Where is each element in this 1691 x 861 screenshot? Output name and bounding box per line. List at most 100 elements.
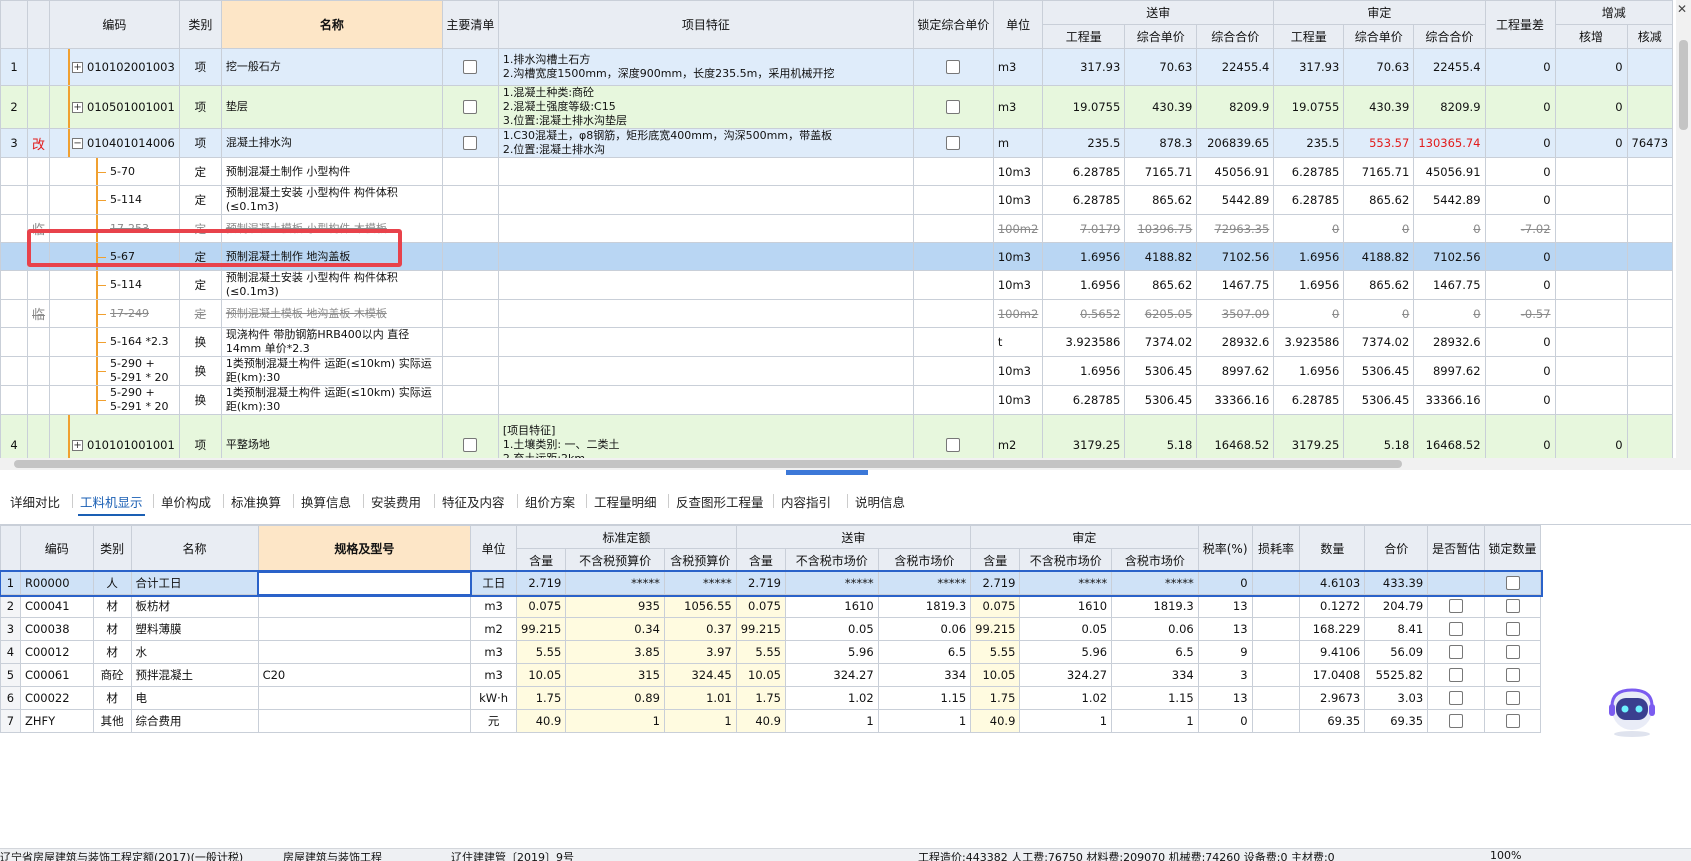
submit-qty-cell[interactable]: 0.5652 (1042, 299, 1126, 328)
loss-rate-cell[interactable] (1251, 617, 1301, 641)
std-content-cell[interactable]: 2.719 (516, 571, 567, 595)
qty-diff-cell[interactable]: 0 (1484, 48, 1556, 86)
review-qty-cell[interactable]: 6.28785 (1273, 185, 1345, 215)
submit-notax-cell[interactable]: 1610 (784, 594, 879, 618)
qty-diff-cell[interactable]: -0.57 (1484, 299, 1556, 328)
name-cell[interactable]: 预拌混凝土 (130, 663, 259, 687)
submit-total-cell[interactable]: 3507.09 (1196, 299, 1275, 328)
unit-cell[interactable]: 100m2 (992, 299, 1044, 328)
tax-rate-cell[interactable]: 13 (1197, 617, 1253, 641)
quota-code-cell[interactable]: 5-114 (49, 185, 180, 215)
review-qty-cell[interactable]: 6.28785 (1273, 157, 1345, 186)
submit-price-cell[interactable]: 6205.05 (1124, 299, 1198, 328)
resource-row[interactable]: 4 C00012 材水 m3 5.55 3.85 3.97 5.55 5.96 6.5 5.55 5.… (0, 640, 1541, 664)
features-cell[interactable] (497, 385, 914, 415)
increase-cell[interactable] (1554, 214, 1628, 243)
col-submit-notax[interactable]: 不含税市场价 (784, 548, 879, 572)
submit-qty-cell[interactable]: 6.28785 (1042, 157, 1126, 186)
review-qty-cell[interactable]: 19.0755 (1273, 85, 1345, 129)
unit-cell[interactable]: 10m3 (992, 157, 1044, 186)
lock-qty-checkbox[interactable] (1505, 622, 1520, 637)
temp-estimate-checkbox[interactable] (1449, 668, 1464, 683)
std-tax-cell[interactable]: 1.01 (663, 686, 737, 710)
std-notax-cell[interactable]: 3.85 (565, 640, 665, 664)
temp-estimate-cell[interactable] (1427, 686, 1486, 710)
std-tax-cell[interactable]: 324.45 (663, 663, 737, 687)
main-list-cell[interactable] (441, 299, 499, 328)
code-cell[interactable]: C00041 (19, 594, 94, 618)
std-content-cell[interactable]: 1.75 (516, 686, 567, 710)
temp-estimate-cell[interactable] (1427, 571, 1486, 595)
std-content-cell[interactable]: 99.215 (516, 617, 567, 641)
submit-tax-cell[interactable]: 334 (877, 663, 972, 687)
review-tax-cell[interactable]: 6.5 (1111, 640, 1199, 664)
submit-total-cell[interactable]: 8997.62 (1196, 356, 1275, 386)
total-cell[interactable]: 8.41 (1364, 617, 1429, 641)
item-row[interactable]: 5-290 +5-291 * 20 换 1类预制混凝土构件 运距(≤10km) 实际… (0, 385, 1674, 415)
std-notax-cell[interactable]: 315 (565, 663, 665, 687)
review-total-cell[interactable]: 5442.89 (1413, 185, 1486, 215)
tax-rate-cell[interactable]: 3 (1197, 663, 1253, 687)
quantity-cell[interactable]: 69.35 (1299, 709, 1366, 733)
submit-qty-cell[interactable]: 3.923586 (1042, 327, 1126, 357)
increase-cell[interactable] (1554, 356, 1628, 386)
main-list-cell[interactable] (441, 157, 499, 186)
name-cell[interactable]: 1类预制混凝土构件 运距(≤10km) 实际运距(km):30 (220, 356, 443, 386)
name-cell[interactable]: 预制混凝土安装 小型构件 构件体积(≤0.1m3) (220, 270, 443, 300)
submit-tax-cell[interactable]: 1819.3 (877, 594, 972, 618)
unit-cell[interactable]: 工日 (470, 571, 518, 595)
temp-estimate-checkbox[interactable] (1449, 622, 1464, 637)
decrease-cell[interactable] (1626, 157, 1674, 186)
review-qty-cell[interactable]: 6.28785 (1273, 385, 1345, 415)
lock-price-cell[interactable] (912, 414, 994, 458)
review-total-cell[interactable]: 7102.56 (1413, 242, 1486, 271)
tax-rate-cell[interactable]: 9 (1197, 640, 1253, 664)
submit-notax-cell[interactable]: 0.05 (784, 617, 879, 641)
col-lock-price[interactable]: 锁定综合单价 (912, 0, 994, 49)
submit-total-cell[interactable]: 33366.16 (1196, 385, 1275, 415)
review-price-cell[interactable]: 4188.82 (1343, 242, 1415, 271)
temp-estimate-cell[interactable] (1427, 663, 1486, 687)
code-cell[interactable]: C00038 (19, 617, 94, 641)
review-content-cell[interactable]: 1.75 (970, 686, 1021, 710)
submit-content-cell[interactable]: 2.719 (735, 571, 786, 595)
review-price-cell[interactable]: 5.18 (1343, 414, 1415, 458)
submit-content-cell[interactable]: 5.55 (735, 640, 786, 664)
type-cell[interactable]: 材 (92, 640, 132, 664)
name-cell[interactable]: 挖一般石方 (220, 48, 443, 86)
decrease-cell[interactable] (1626, 48, 1674, 86)
col-name[interactable]: 名称 (130, 525, 259, 572)
lock-price-cell[interactable] (912, 185, 994, 215)
quota-code-cell[interactable]: 5-70 (49, 157, 180, 186)
review-price-cell[interactable]: 5306.45 (1343, 356, 1415, 386)
decrease-cell[interactable] (1626, 85, 1674, 129)
lock-price-cell[interactable] (912, 385, 994, 415)
submit-price-cell[interactable]: 5306.45 (1124, 356, 1198, 386)
review-qty-cell[interactable]: 3179.25 (1273, 414, 1345, 458)
submit-price-cell[interactable]: 7165.71 (1124, 157, 1198, 186)
submit-price-cell[interactable]: 70.63 (1124, 48, 1198, 86)
quota-code-cell[interactable]: 5-114 (49, 270, 180, 300)
features-cell[interactable]: [项目特征] 1.土壤类别: 一、二类土 2.弃土运距:2km (497, 414, 914, 458)
lock-price-checkbox[interactable] (946, 60, 961, 75)
review-price-cell[interactable]: 7165.71 (1343, 157, 1415, 186)
main-list-cell[interactable] (441, 128, 499, 158)
total-cell[interactable]: 5525.82 (1364, 663, 1429, 687)
main-list-cell[interactable] (441, 414, 499, 458)
main-list-cell[interactable] (441, 185, 499, 215)
features-cell[interactable]: 1.排水沟槽土石方 2.沟槽宽度1500mm，深度900mm，长度235.5m，采… (497, 48, 914, 86)
review-content-cell[interactable]: 5.55 (970, 640, 1021, 664)
review-price-cell[interactable]: 865.62 (1343, 185, 1415, 215)
features-cell[interactable]: 1.混凝土种类:商砼 2.混凝土强度等级:C15 3.位置:混凝土排水沟垫层 (497, 85, 914, 129)
col-std-content[interactable]: 含量 (516, 548, 567, 572)
col-quantity[interactable]: 数量 (1299, 525, 1366, 572)
spec-cell[interactable] (257, 709, 472, 733)
increase-cell[interactable] (1554, 242, 1628, 271)
submit-tax-cell[interactable]: ***** (877, 571, 972, 595)
increase-cell[interactable] (1554, 385, 1628, 415)
review-total-cell[interactable]: 0 (1413, 299, 1486, 328)
features-cell[interactable] (497, 299, 914, 328)
resource-row[interactable]: 2 C00041 材板枋材 m3 0.075 935 1056.55 0.075 1610 181… (0, 594, 1541, 618)
name-cell[interactable]: 塑料薄膜 (130, 617, 259, 641)
decrease-cell[interactable] (1626, 414, 1674, 458)
